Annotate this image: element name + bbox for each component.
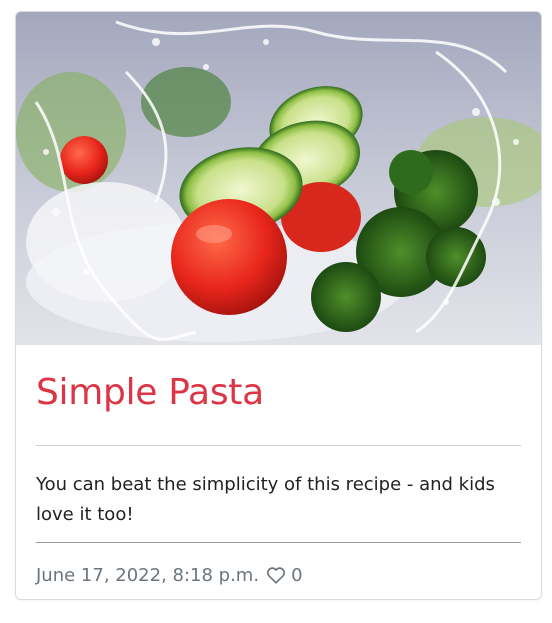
recipe-title[interactable]: Simple Pasta [36,345,521,426]
heart-icon[interactable] [265,564,287,586]
vegetables-splash-image [16,12,541,345]
heart-outline-icon [267,567,286,584]
card-footer: June 17, 2022, 8:18 p.m. 0 [36,543,521,586]
post-date: June 17, 2022, 8:18 p.m. [36,564,260,586]
like-count: 0 [291,564,303,586]
recipe-image[interactable] [16,12,541,345]
card-body: Simple Pasta You can beat the simplicity… [16,345,541,586]
recipe-description: You can beat the simplicity of this reci… [36,474,495,525]
recipe-card: Simple Pasta You can beat the simplicity… [15,11,542,600]
